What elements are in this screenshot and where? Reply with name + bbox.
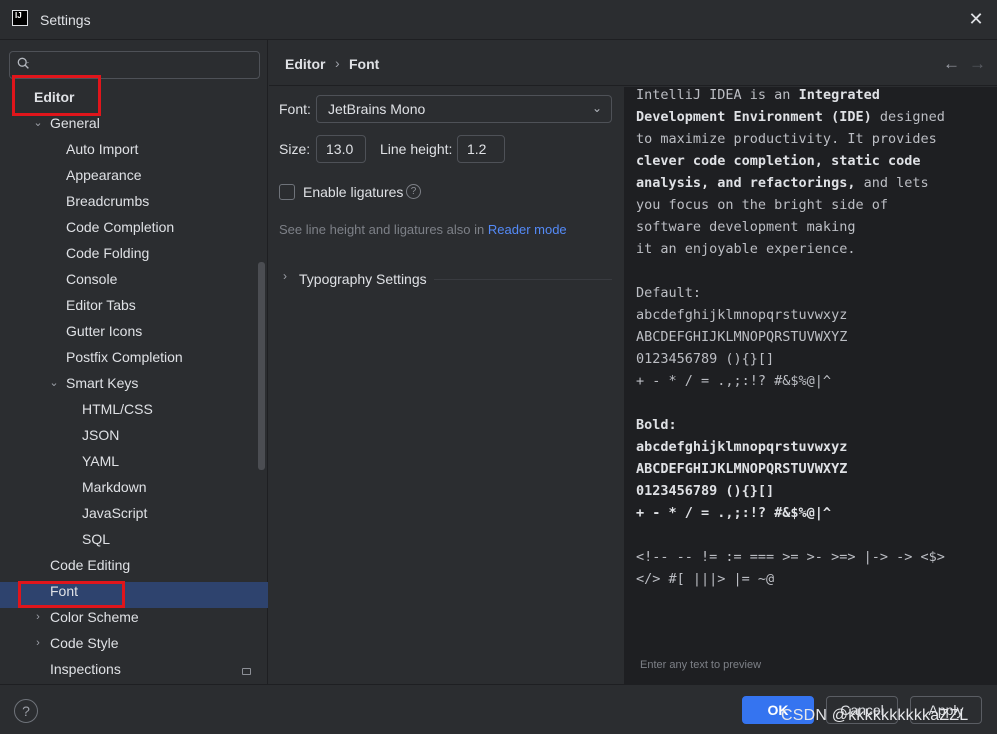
sidebar-scrollbar[interactable] xyxy=(258,262,265,470)
font-label: Font: xyxy=(279,101,311,117)
breadcrumb-editor[interactable]: Editor xyxy=(285,56,325,72)
tree-item-breadcrumbs[interactable]: Breadcrumbs xyxy=(66,188,149,214)
breadcrumb-separator-icon: › xyxy=(335,55,340,71)
typography-settings-label[interactable]: Typography Settings xyxy=(299,271,427,287)
ligatures-label[interactable]: Enable ligatures xyxy=(303,184,403,200)
line-height-input[interactable] xyxy=(457,135,505,163)
hint-text: See line height and ligatures also in Re… xyxy=(279,222,567,237)
preview-hint: Enter any text to preview xyxy=(640,659,762,671)
tree-item-appearance[interactable]: Appearance xyxy=(66,162,142,188)
size-label: Size: xyxy=(279,141,311,157)
size-input[interactable] xyxy=(316,135,366,163)
project-scope-icon xyxy=(242,668,251,675)
tree-item-smart-keys[interactable]: Smart Keys xyxy=(66,370,138,396)
content-header: Editor › Font ← → xyxy=(269,40,997,86)
help-icon[interactable]: ? xyxy=(406,184,421,199)
tree-item-yaml[interactable]: YAML xyxy=(82,448,119,474)
tree-item-code-folding[interactable]: Code Folding xyxy=(66,240,149,266)
window-title: Settings xyxy=(40,12,91,28)
font-select-value: JetBrains Mono xyxy=(328,101,426,117)
tree-item-code-completion[interactable]: Code Completion xyxy=(66,214,174,240)
title-bar: IJ Settings ✕ xyxy=(0,0,997,40)
divider xyxy=(434,279,612,280)
line-height-label: Line height: xyxy=(380,141,453,157)
chevron-right-icon[interactable]: › xyxy=(32,630,44,656)
font-select[interactable]: JetBrains Mono ⌄ xyxy=(316,95,612,123)
search-input[interactable] xyxy=(38,55,253,75)
annotation-box-font xyxy=(18,581,125,608)
chevron-down-icon[interactable]: ⌄ xyxy=(48,370,60,396)
preview-text[interactable]: IntelliJ IDEA is an Integrated Developme… xyxy=(636,84,945,590)
tree-item-markdown[interactable]: Markdown xyxy=(82,474,147,500)
tree-item-console[interactable]: Console xyxy=(66,266,117,292)
font-preview-pane[interactable]: IntelliJ IDEA is an Integrated Developme… xyxy=(624,87,997,684)
reader-mode-link[interactable]: Reader mode xyxy=(488,222,567,237)
tree-item-postfix-completion[interactable]: Postfix Completion xyxy=(66,344,183,370)
intellij-logo-icon: IJ xyxy=(12,10,28,26)
back-arrow-icon[interactable]: ← xyxy=(943,54,960,74)
tree-item-sql[interactable]: SQL xyxy=(82,526,110,552)
tree-item-code-style[interactable]: Code Style xyxy=(50,630,118,656)
tree-item-javascript[interactable]: JavaScript xyxy=(82,500,147,526)
ligatures-checkbox[interactable] xyxy=(279,184,295,200)
tree-item-code-editing[interactable]: Code Editing xyxy=(50,552,130,578)
help-button[interactable]: ? xyxy=(14,699,38,723)
breadcrumb-font: Font xyxy=(349,56,380,72)
typography-settings-row[interactable]: › Typography Settings xyxy=(269,268,612,290)
watermark: CSDN @kkkkkkkkkkaZZL xyxy=(781,707,969,724)
tree-item-json[interactable]: JSON xyxy=(82,422,119,448)
hint-text-body: See line height and ligatures also in xyxy=(279,222,485,237)
tree-item-inspections[interactable]: Inspections xyxy=(50,656,121,682)
close-icon[interactable]: ✕ xyxy=(965,8,987,30)
search-icon xyxy=(17,57,29,69)
chevron-right-icon[interactable]: › xyxy=(283,269,287,283)
tree-item-editor-tabs[interactable]: Editor Tabs xyxy=(66,292,136,318)
annotation-box-editor xyxy=(12,75,101,116)
dialog-footer: ? OK Cancel Apply CSDN @kkkkkkkkkkaZZL xyxy=(0,684,997,734)
tree-item-auto-import[interactable]: Auto Import xyxy=(66,136,138,162)
chevron-down-icon: ⌄ xyxy=(591,101,602,115)
font-settings-form: Font: JetBrains Mono ⌄ Size: Line height… xyxy=(269,87,624,684)
tree-item-html-css[interactable]: HTML/CSS xyxy=(82,396,153,422)
tree-item-gutter-icons[interactable]: Gutter Icons xyxy=(66,318,142,344)
forward-arrow-icon[interactable]: → xyxy=(969,54,986,74)
